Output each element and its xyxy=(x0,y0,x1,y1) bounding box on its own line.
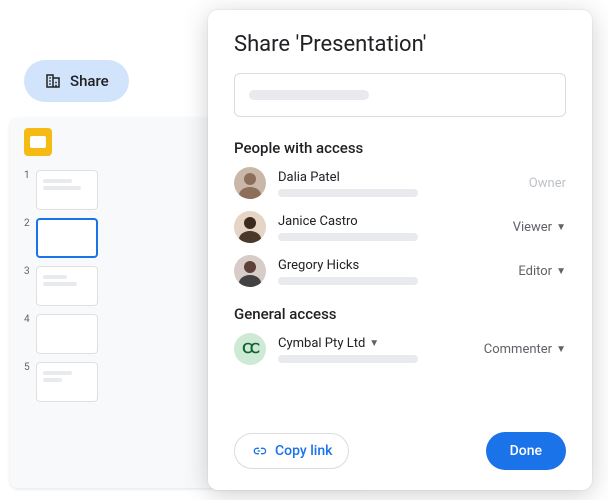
person-subtext-skeleton xyxy=(278,189,418,197)
general-access-heading: General access xyxy=(234,305,566,323)
person-subtext-skeleton xyxy=(278,233,418,241)
person-name: Dalia Patel xyxy=(278,170,517,185)
slide-thumbnail[interactable]: 5 xyxy=(24,362,98,402)
slide-thumbnail-strip: 1 2 3 4 5 xyxy=(24,170,98,410)
slide-thumbnail[interactable]: 3 xyxy=(24,266,98,306)
person-name: Janice Castro xyxy=(278,214,501,229)
person-row: Gregory Hicks Editor ▼ xyxy=(234,255,566,287)
slide-thumbnail[interactable]: 2 xyxy=(24,218,98,258)
link-icon xyxy=(251,443,267,459)
chevron-down-icon: ▼ xyxy=(556,222,566,233)
share-pill-button[interactable]: Share xyxy=(24,60,129,102)
general-role-dropdown[interactable]: Commenter ▼ xyxy=(484,342,566,357)
org-scope-dropdown[interactable]: Cymbal Pty Ltd ▼ xyxy=(278,336,472,351)
person-row: Dalia Patel Owner xyxy=(234,167,566,199)
building-icon xyxy=(44,72,62,90)
dialog-title: Share 'Presentation' xyxy=(234,32,566,57)
person-role-dropdown[interactable]: Viewer ▼ xyxy=(513,220,566,235)
chevron-down-icon: ▼ xyxy=(556,344,566,355)
chevron-down-icon: ▼ xyxy=(556,266,566,277)
avatar xyxy=(234,167,266,199)
org-logo-icon: ⅭⅭ xyxy=(234,333,266,365)
slide-thumbnail[interactable]: 1 xyxy=(24,170,98,210)
copy-link-button[interactable]: Copy link xyxy=(234,433,349,469)
org-subtext-skeleton xyxy=(278,355,418,363)
slide-thumbnail[interactable]: 4 xyxy=(24,314,98,354)
share-pill-label: Share xyxy=(70,72,109,90)
people-with-access-heading: People with access xyxy=(234,139,566,157)
person-subtext-skeleton xyxy=(278,277,418,285)
person-name: Gregory Hicks xyxy=(278,258,506,273)
avatar xyxy=(234,211,266,243)
done-button[interactable]: Done xyxy=(486,432,566,470)
share-dialog: Share 'Presentation' People with access … xyxy=(208,10,592,490)
add-people-input[interactable] xyxy=(234,73,566,117)
chevron-down-icon: ▼ xyxy=(369,338,379,349)
person-role-dropdown[interactable]: Editor ▼ xyxy=(518,264,566,279)
slides-logo-icon xyxy=(24,128,52,156)
person-role: Owner xyxy=(529,176,566,191)
person-row: Janice Castro Viewer ▼ xyxy=(234,211,566,243)
avatar xyxy=(234,255,266,287)
general-access-row: ⅭⅭ Cymbal Pty Ltd ▼ Commenter ▼ xyxy=(234,333,566,365)
input-placeholder-skeleton xyxy=(249,90,369,100)
